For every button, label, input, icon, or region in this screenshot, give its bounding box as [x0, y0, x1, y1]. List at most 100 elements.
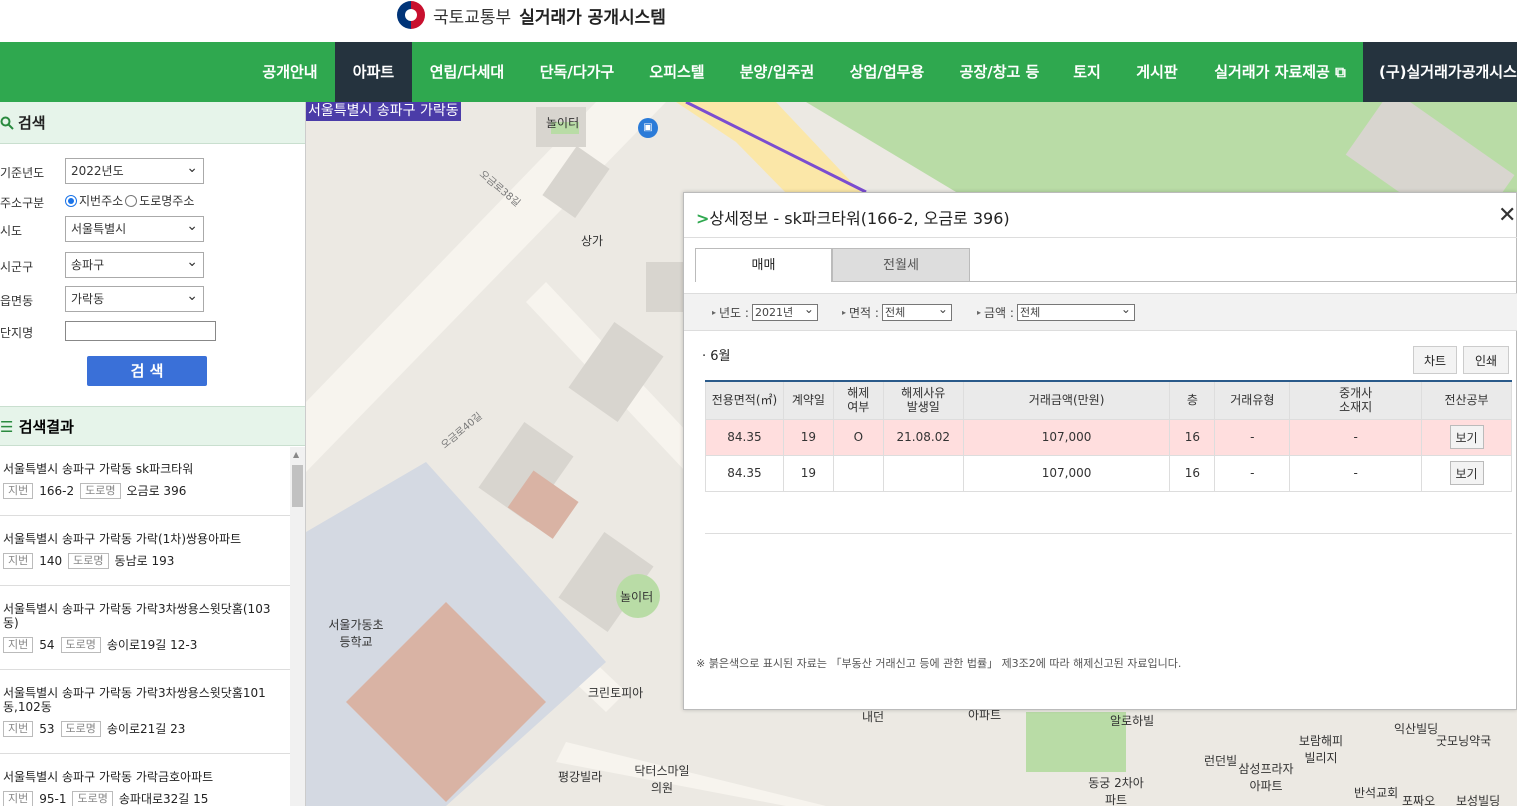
nav-item-land[interactable]: 토지: [1057, 42, 1117, 102]
cell-price: 107,000: [962, 418, 1171, 456]
complex-input[interactable]: [65, 321, 216, 341]
cell-cancel-date: [882, 454, 964, 492]
road-value: 송이로19길 12-3: [106, 638, 198, 652]
nav-item-detached[interactable]: 단독/다가구: [522, 42, 632, 102]
nav-item-presale[interactable]: 분양/입주권: [722, 42, 832, 102]
road-tag: 도로명: [60, 720, 101, 737]
print-button[interactable]: 인쇄: [1463, 346, 1509, 374]
area-filter-select[interactable]: 전체: [881, 302, 952, 321]
road-tag: 도로명: [80, 482, 121, 499]
bullet-icon: ▸: [977, 308, 982, 317]
nav-item-data-provision[interactable]: 실거래가 자료제공 ⧉: [1197, 42, 1363, 102]
map-label: 놀이터: [620, 590, 654, 604]
road-radio[interactable]: [125, 194, 138, 207]
road-tag: 도로명: [68, 552, 109, 569]
result-item[interactable]: 서울특별시 송파구 가락동 가락3차쌍용스윗닷홈(103동) 지번 54 도로명…: [0, 600, 290, 670]
result-item[interactable]: 서울특별시 송파구 가락동 가락(1차)쌍용아파트 지번 140 도로명 동남로…: [0, 530, 290, 586]
map-label: 알로하빌: [1110, 714, 1155, 728]
cell-doc: 보기: [1421, 418, 1512, 456]
sigungu-select[interactable]: 송파구: [65, 250, 204, 278]
view-button[interactable]: 보기: [1449, 425, 1484, 449]
nav-item-apartment[interactable]: 아파트: [335, 42, 412, 102]
price-filter: ▸ 금액 : 전체: [977, 302, 1135, 321]
map-label: 크린토피아: [588, 686, 644, 700]
result-name: 서울특별시 송파구 가락동 sk파크타워: [3, 462, 194, 476]
nav-item-board[interactable]: 게시판: [1117, 42, 1197, 102]
search-header: 검색: [0, 102, 305, 144]
year-filter-select[interactable]: 2021년: [751, 302, 818, 321]
nav-item-legacy-system[interactable]: (구)실거래가공개시스: [1363, 42, 1517, 102]
table-row: 84.35 19 107,000 16 - - 보기: [705, 454, 1512, 492]
price-filter-select[interactable]: 전체: [1016, 302, 1135, 321]
results-scrollbar[interactable]: ▲: [290, 447, 305, 806]
list-icon: ☰: [0, 418, 14, 436]
map-label: 동궁 2차아파트: [1088, 776, 1144, 806]
jibun-tag: 지번: [3, 636, 34, 653]
nav-item-guide[interactable]: 공개안내: [249, 42, 331, 102]
nav-item-commercial[interactable]: 상업/업무용: [832, 42, 942, 102]
road-tag: 도로명: [72, 790, 113, 806]
year-filter-label: 년도 :: [719, 306, 749, 320]
title-divider: [684, 237, 1517, 238]
map-address-overlay: 서울특별시 송파구 가락동: [306, 102, 461, 121]
result-meta: 지번 53 도로명 송이로21길 23: [3, 720, 185, 737]
col-type: 거래유형: [1214, 380, 1291, 420]
view-button[interactable]: 보기: [1449, 461, 1484, 485]
sido-select[interactable]: 서울특별시: [65, 214, 204, 242]
map-label: 보람해피빌리지: [1298, 734, 1344, 765]
jibun-radio[interactable]: [65, 194, 77, 207]
nav-item-factory[interactable]: 공장/창고 등: [942, 42, 1057, 102]
result-meta: 지번 95-1 도로명 송파대로32길 15: [3, 790, 208, 806]
dong-select[interactable]: 가락동: [65, 284, 204, 312]
jibun-value: 166-2: [39, 483, 75, 498]
month-heading: · 6월: [702, 349, 731, 364]
detail-panel: >상세정보 - sk파크타워(166-2, 오금로 396) ✕ 매매 전월세 …: [683, 192, 1517, 710]
cell-area: 84.35: [705, 418, 784, 456]
map-label: 내던: [862, 710, 885, 724]
road-value: 송이로21길 23: [106, 722, 186, 736]
cell-price: 107,000: [962, 454, 1171, 492]
scroll-up-icon[interactable]: ▲: [293, 450, 299, 459]
table-row: 84.35 19 O 21.08.02 107,000 16 - - 보기: [705, 418, 1512, 456]
search-button[interactable]: 검 색: [87, 356, 207, 386]
nav-item-rowhouse[interactable]: 연립/다세대: [412, 42, 522, 102]
chart-button[interactable]: 차트: [1413, 346, 1457, 374]
cell-agent: -: [1289, 454, 1423, 492]
map-label: 놀이터: [546, 116, 580, 130]
jibun-tag: 지번: [3, 720, 34, 737]
year-filter: ▸ 년도 : 2021년: [712, 302, 818, 321]
addr-type-label: 주소구분: [0, 196, 45, 210]
result-item[interactable]: 서울특별시 송파구 가락동 가락금호아파트 지번 95-1 도로명 송파대로32…: [0, 768, 290, 806]
result-item[interactable]: 서울특별시 송파구 가락동 가락3차쌍용스윗닷홈101동,102동 지번 53 …: [0, 684, 290, 754]
scroll-thumb[interactable]: [292, 465, 303, 507]
road-value: 송파대로32길 15: [118, 792, 209, 806]
jibun-value: 95-1: [39, 791, 67, 806]
tab-rent[interactable]: 전월세: [832, 248, 970, 282]
table-bottom-rule: [705, 533, 1512, 534]
bus-stop-icon[interactable]: ▣: [638, 118, 658, 138]
result-name: 서울특별시 송파구 가락동 가락(1차)쌍용아파트: [3, 532, 242, 546]
year-select[interactable]: 2022년도: [65, 156, 204, 184]
jibun-tag: 지번: [3, 482, 34, 499]
result-meta: 지번 140 도로명 동남로 193: [3, 552, 174, 569]
cell-day: 19: [782, 454, 834, 492]
search-title: 검색: [18, 113, 46, 132]
nav-item-officetel[interactable]: 오피스텔: [632, 42, 722, 102]
cell-area: 84.35: [705, 454, 784, 492]
result-item[interactable]: 서울특별시 송파구 가락동 sk파크타워 지번 166-2 도로명 오금로 39…: [0, 460, 290, 516]
map-label: 굿모닝약국: [1436, 734, 1492, 748]
ministry-logo[interactable]: 국토교통부 실거래가 공개시스템: [397, 0, 666, 30]
main-nav: 공개안내 아파트 연립/다세대 단독/다가구 오피스텔 분양/입주권 상업/업무…: [0, 42, 1517, 102]
jibun-tag: 지번: [3, 552, 34, 569]
close-icon[interactable]: ✕: [1498, 205, 1516, 227]
result-meta: 지번 54 도로명 송이로19길 12-3: [3, 636, 197, 653]
col-area: 전용면적(㎡): [705, 380, 784, 420]
detail-title-text: 상세정보 - sk파크타워(166-2, 오금로 396): [709, 209, 1010, 228]
sigungu-label: 시군구: [0, 260, 34, 274]
table-header-row: 전용면적(㎡) 계약일 해제 여부 해제사유 발생일 거래금액(만원) 층 거래…: [705, 380, 1512, 420]
cell-floor: 16: [1169, 454, 1216, 492]
col-cancel: 해제 여부: [832, 380, 884, 420]
title-arrow-icon: >: [696, 209, 710, 228]
jibun-value: 53: [39, 721, 55, 736]
tab-sale[interactable]: 매매: [695, 248, 832, 282]
